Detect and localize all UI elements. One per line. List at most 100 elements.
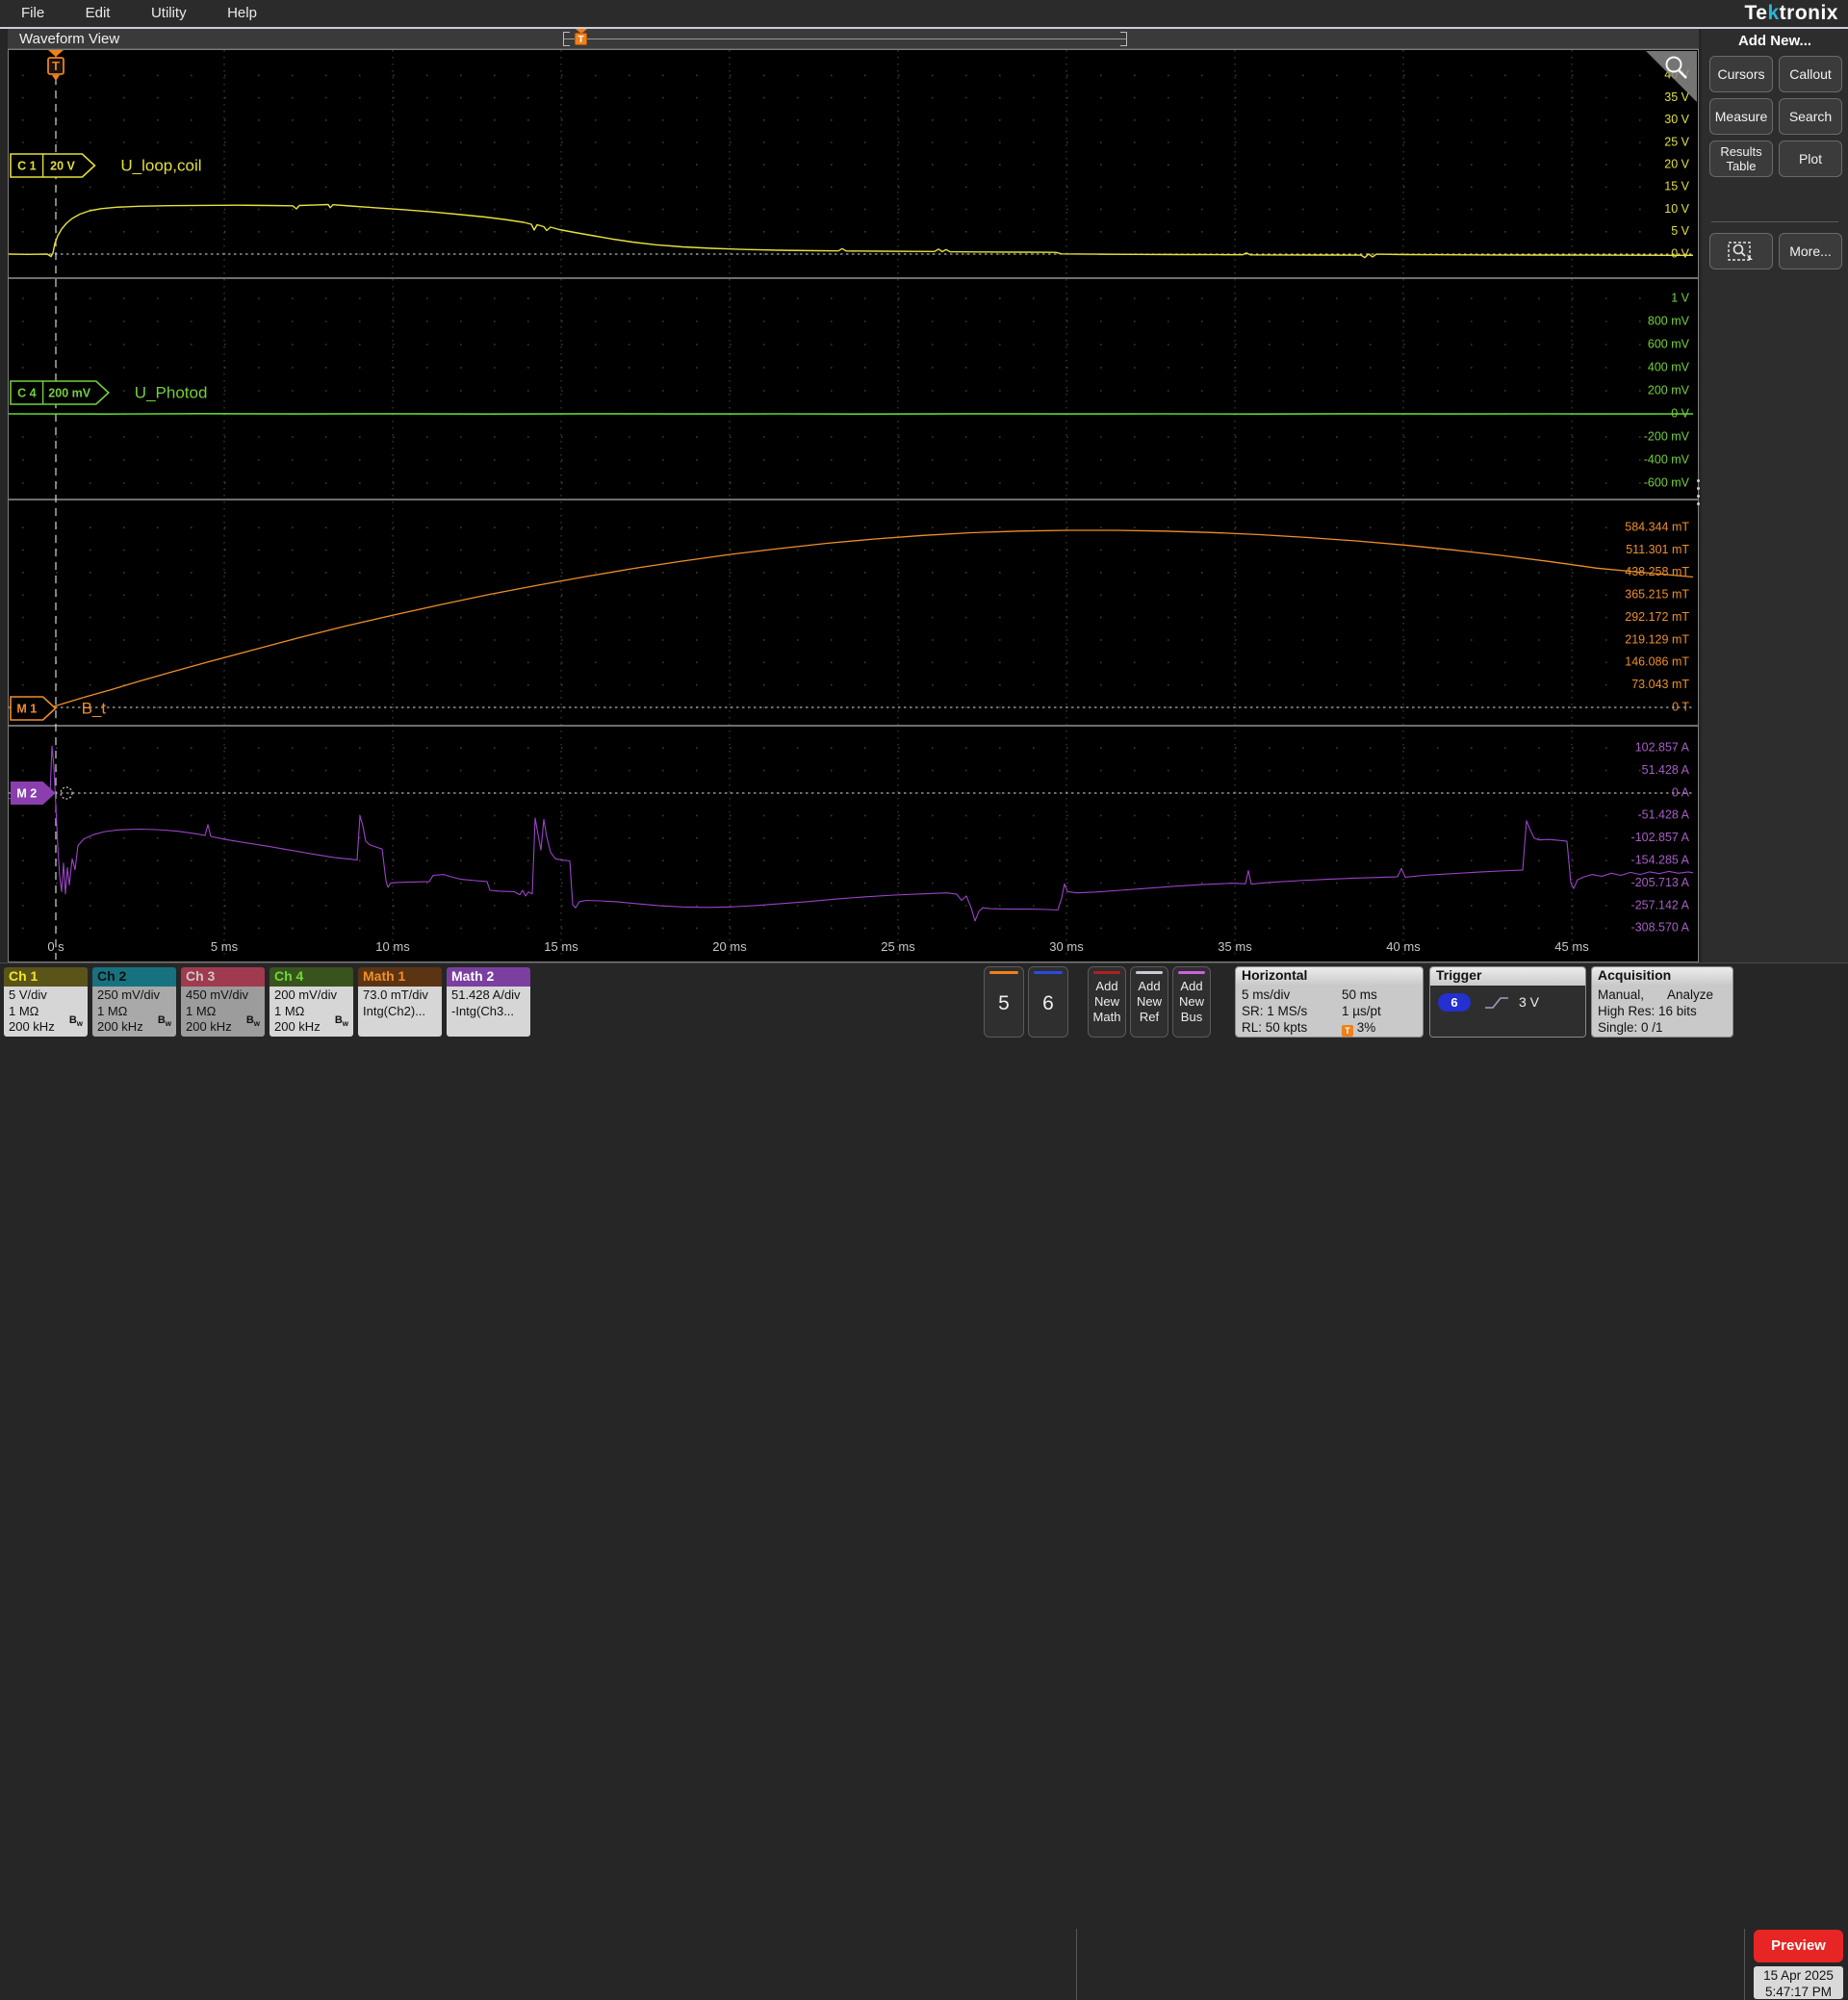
search-button[interactable]: Search <box>1779 98 1842 135</box>
channel-badge-title: Ch 4 <box>270 967 353 987</box>
channel-badge-math2[interactable]: Math 251.428 A/div-Intg(Ch3... <box>447 967 530 1037</box>
svg-text:M 1: M 1 <box>16 702 37 715</box>
menu-edit[interactable]: Edit <box>86 0 111 21</box>
horizontal-window: 50 ms <box>1342 987 1377 1002</box>
ch4-millivolts-axis-label: 800 mV <box>1648 314 1690 327</box>
measure-button[interactable]: Measure <box>1709 98 1773 135</box>
channel-slot-button-6[interactable]: 6 <box>1028 966 1068 1038</box>
time-axis-label: 35 ms <box>1218 939 1252 954</box>
trigger-flag-icon: T <box>1342 1025 1353 1037</box>
channel-setting: 450 mV/div <box>186 987 265 1004</box>
ch1-volts-axis-label: 25 V <box>1664 135 1689 148</box>
waveform-plot-area[interactable]: 40 V35 V30 V25 V20 V15 V10 V5 V0 V1 V800… <box>8 49 1699 962</box>
channel-badge-body: 450 mV/div1 MΩ200 kHzBw <box>181 987 265 1037</box>
cursors-button[interactable]: Cursors <box>1709 56 1773 92</box>
button-color-stripe <box>1093 971 1120 974</box>
add-new-math-button[interactable]: Add New Math <box>1088 966 1126 1038</box>
plot-button[interactable]: Plot <box>1779 141 1842 177</box>
acquisition-resolution: High Res: 16 bits <box>1598 1004 1697 1018</box>
waveform-badge-C1[interactable]: C 1 20 V U_loop,coil <box>11 154 202 177</box>
channel-badge-title: Math 2 <box>447 967 530 987</box>
logo-pre: Te <box>1745 2 1768 24</box>
channel-slot-button-5[interactable]: 5 <box>984 966 1024 1038</box>
callout-button[interactable]: Callout <box>1779 56 1842 92</box>
channel-badge-ch1[interactable]: Ch 15 V/div1 MΩ200 kHzBw <box>4 967 88 1037</box>
trigger-position: T 3% <box>1342 1020 1375 1037</box>
acquisition-single: Single: 0 /1 <box>1598 1020 1663 1035</box>
channel-badge-body: 51.428 A/div-Intg(Ch3... <box>447 987 530 1037</box>
scope-graticule: 40 V35 V30 V25 V20 V15 V10 V5 V0 V1 V800… <box>9 50 1698 962</box>
view-title[interactable]: Waveform View <box>19 31 119 47</box>
bandwidth-limit-icon: Bw <box>158 1013 171 1033</box>
more-button[interactable]: More... <box>1779 233 1842 269</box>
panel-resize-grip[interactable] <box>1697 479 1700 510</box>
overview-left-bracket[interactable] <box>563 32 570 46</box>
ch1-volts-axis-label: 20 V <box>1664 157 1689 170</box>
preview-button[interactable]: Preview <box>1754 1930 1843 1962</box>
horizontal-overview-bar[interactable]: T <box>563 32 1127 46</box>
trigger-position-value: 3% <box>1357 1020 1376 1035</box>
acquisition-analyze: Analyze <box>1667 987 1713 1002</box>
svg-text:M 2: M 2 <box>16 786 37 800</box>
trigger-panel[interactable]: Trigger 6 3 V <box>1429 966 1586 1038</box>
math1-millitesla-axis-label: 438.258 mT <box>1625 565 1689 578</box>
math1-trace[interactable] <box>9 530 1693 707</box>
channel-badge-math1[interactable]: Math 173.0 mT/divIntg(Ch2)... <box>358 967 442 1037</box>
horizontal-panel-title: Horizontal <box>1236 967 1423 986</box>
math1-millitesla-axis-label: 511.301 mT <box>1626 543 1689 556</box>
menu-utility[interactable]: Utility <box>151 0 187 21</box>
waveform-badge-C4[interactable]: C 4200 mVU_Photod <box>11 381 207 404</box>
math2-amps-axis-label: -308.570 A <box>1631 921 1690 935</box>
math1-millitesla-axis-label: 584.344 mT <box>1625 520 1689 533</box>
horizontal-panel[interactable]: Horizontal 5 ms/div 50 ms SR: 1 MS/s 1 µ… <box>1235 966 1424 1038</box>
svg-text:T: T <box>52 59 60 73</box>
add-new-ref-button[interactable]: Add New Ref <box>1130 966 1168 1038</box>
math2-amps-axis-label: -205.713 A <box>1631 876 1690 889</box>
menu-help[interactable]: Help <box>227 0 257 21</box>
trigger-panel-title: Trigger <box>1430 967 1585 986</box>
channel-badge-title: Ch 1 <box>4 967 88 987</box>
math1-millitesla-axis-label: 73.043 mT <box>1631 678 1689 691</box>
waveform-badge-M1[interactable]: M 1B_t <box>11 697 106 720</box>
svg-text:20 V: 20 V <box>50 159 75 172</box>
overview-right-bracket[interactable] <box>1120 32 1127 46</box>
time-axis-label: 10 ms <box>375 939 410 954</box>
zoom-select-button[interactable] <box>1709 233 1773 269</box>
channel-badge-ch2[interactable]: Ch 2250 mV/div1 MΩ200 kHzBw <box>92 967 176 1037</box>
bandwidth-limit-icon: Bw <box>69 1013 83 1033</box>
waveform-badge-M2[interactable]: M 2 <box>11 782 56 805</box>
right-sidebar: Add New... Cursors Callout Measure Searc… <box>1702 29 1848 962</box>
svg-text:200 mV: 200 mV <box>48 386 90 399</box>
trigger-source-badge[interactable]: 6 <box>1438 993 1471 1012</box>
waveform-label: U_loop,coil <box>120 156 201 174</box>
svg-text:C 1: C 1 <box>17 159 37 172</box>
ch1-volts-axis-label: 35 V <box>1664 90 1689 104</box>
channel-badge-ch4[interactable]: Ch 4200 mV/div1 MΩ200 kHzBw <box>270 967 353 1037</box>
ch4-millivolts-axis-label: 1 V <box>1671 291 1689 304</box>
channel-setting: 250 mV/div <box>97 987 176 1004</box>
ch4-millivolts-axis-label: -600 mV <box>1644 475 1690 489</box>
channel-setting: 51.428 A/div <box>451 987 530 1004</box>
ch4-millivolts-axis-label: 0 V <box>1671 406 1689 420</box>
math2-trace[interactable] <box>9 746 1693 921</box>
channel-badge-title: Math 1 <box>358 967 442 987</box>
button-color-stripe <box>1178 971 1205 974</box>
channel-setting: 5 V/div <box>9 987 88 1004</box>
channel-badge-body: 250 mV/div1 MΩ200 kHzBw <box>92 987 176 1037</box>
acquisition-panel[interactable]: Acquisition Manual, Analyze High Res: 16… <box>1591 966 1733 1038</box>
ch1-trace[interactable] <box>9 205 1693 258</box>
menu-file[interactable]: File <box>21 0 44 21</box>
trigger-marker-icon[interactable]: T <box>48 50 64 81</box>
zoom-select-icon <box>1727 240 1756 263</box>
acquisition-mode: Manual, <box>1598 987 1644 1002</box>
results-table-button[interactable]: Results Table <box>1709 141 1773 177</box>
waveform-view-tab-bar: Waveform View T <box>8 29 1699 49</box>
add-new-bus-button[interactable]: Add New Bus <box>1172 966 1211 1038</box>
grip-dot <box>1697 487 1700 490</box>
time-axis-label: 20 ms <box>712 939 747 954</box>
time-axis-label: 25 ms <box>881 939 915 954</box>
svg-text:C 4: C 4 <box>17 386 37 399</box>
overview-trigger-flag-icon[interactable]: T <box>575 33 587 45</box>
channel-badge-ch3[interactable]: Ch 3450 mV/div1 MΩ200 kHzBw <box>181 967 265 1037</box>
channel-badge-body: 5 V/div1 MΩ200 kHzBw <box>4 987 88 1037</box>
